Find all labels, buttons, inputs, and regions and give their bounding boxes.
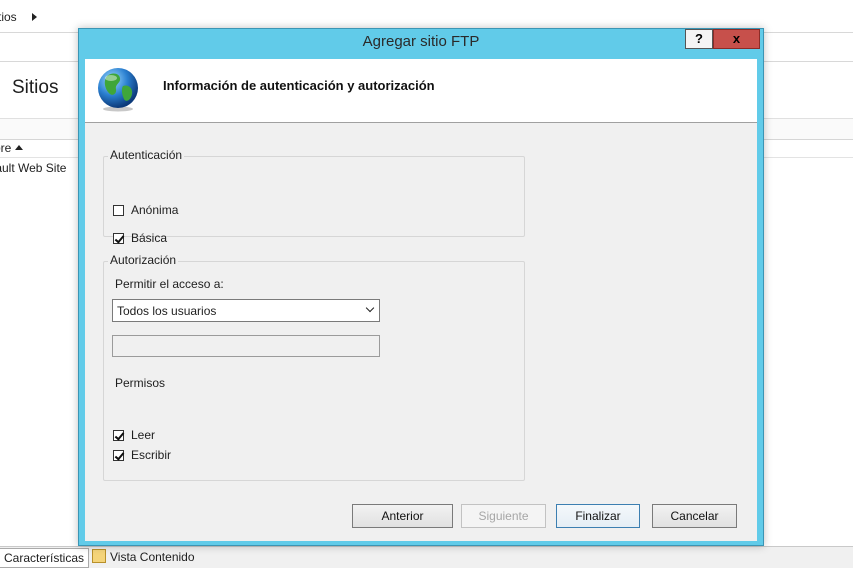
content-view-icon (92, 549, 106, 563)
basic-checkbox[interactable] (113, 233, 125, 244)
column-header-label: ore (0, 141, 12, 155)
close-button[interactable]: x (713, 29, 760, 49)
tab-content-view[interactable]: Vista Contenido (88, 548, 199, 566)
tab-content-label: Vista Contenido (110, 550, 195, 564)
next-button[interactable]: Siguiente (461, 504, 546, 528)
allow-access-select[interactable]: Todos los usuarios (112, 299, 380, 322)
globe-icon (98, 68, 138, 112)
anonymous-checkbox[interactable] (113, 205, 124, 216)
help-button[interactable]: ? (685, 29, 713, 49)
allow-access-value: Todos los usuarios (117, 304, 217, 318)
authentication-legend: Autenticación (108, 148, 185, 162)
write-checkbox[interactable] (113, 450, 125, 461)
checkmark-icon (114, 450, 125, 461)
tab-features-view[interactable]: Características (0, 548, 89, 568)
allow-access-label: Permitir el acceso a: (115, 277, 224, 291)
authorization-legend: Autorización (108, 253, 179, 267)
dialog-client-area: Información de autenticación y autorizac… (85, 59, 757, 541)
previous-button[interactable]: Anterior (352, 504, 453, 528)
finish-button[interactable]: Finalizar (556, 504, 640, 528)
permissions-label: Permisos (115, 376, 166, 390)
chevron-down-icon (365, 303, 375, 313)
authentication-group: Autenticación (103, 148, 525, 237)
tab-features-label: Características (4, 551, 85, 565)
checkmark-icon (114, 430, 125, 441)
write-label: Escribir (131, 448, 172, 462)
users-input[interactable] (112, 335, 380, 357)
wizard-header: Información de autenticación y autorizac… (85, 59, 757, 123)
basic-label: Básica (131, 231, 168, 245)
checkmark-icon (114, 233, 125, 244)
sort-ascending-icon (15, 145, 24, 150)
add-ftp-site-dialog: Agregar sitio FTP ? x Información de aut… (78, 28, 764, 546)
cancel-button[interactable]: Cancelar (652, 504, 737, 528)
read-label: Leer (131, 428, 156, 442)
site-list-item[interactable]: fault Web Site (0, 161, 66, 175)
anonymous-label: Anónima (131, 203, 179, 217)
page-title: Sitios (12, 77, 59, 98)
wizard-page-heading: Información de autenticación y autorizac… (163, 78, 435, 93)
breadcrumb-sites[interactable]: tios (0, 10, 17, 24)
breadcrumb-arrow-icon[interactable] (32, 13, 37, 21)
dialog-title: Agregar sitio FTP (362, 33, 480, 50)
column-header-name[interactable]: ore (0, 141, 24, 155)
read-checkbox[interactable] (113, 430, 125, 441)
